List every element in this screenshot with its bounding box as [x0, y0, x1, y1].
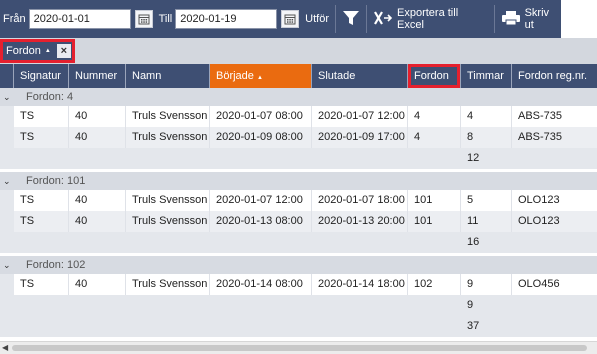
filter-button[interactable]: [342, 9, 360, 30]
excel-export-icon: [373, 9, 393, 30]
toolbar-separator: [335, 5, 336, 33]
column-header-borjade[interactable]: Började ▲: [210, 64, 312, 88]
group-row-fordon-102[interactable]: ⌄ Fordon: 102: [0, 256, 597, 274]
run-button[interactable]: Utför: [305, 13, 329, 25]
column-header-fordon[interactable]: Fordon: [408, 64, 461, 88]
column-header-timmar[interactable]: Timmar: [461, 64, 512, 88]
export-excel-label: Exportera till Excel: [397, 7, 459, 31]
group-sum-timmar: 9: [467, 299, 474, 311]
to-label: Till: [158, 13, 173, 25]
group-sum-timmar: 12: [467, 152, 480, 164]
group-row-fordon-4[interactable]: ⌄ Fordon: 4: [0, 88, 597, 106]
to-date-input[interactable]: [175, 9, 278, 29]
print-button[interactable]: Skriv ut: [501, 7, 561, 31]
group-row-fordon-101[interactable]: ⌄ Fordon: 101: [0, 172, 597, 190]
table-row[interactable]: TS 40 Truls Svensson 2020-01-14 08:00 20…: [0, 274, 597, 295]
chevron-down-icon[interactable]: ⌄: [3, 256, 13, 274]
chevron-down-icon[interactable]: ⌄: [3, 88, 13, 106]
grand-total-timmar: 37: [467, 320, 480, 332]
header-indent: [0, 64, 14, 88]
table-row[interactable]: TS 40 Truls Svensson 2020-01-07 08:00 20…: [0, 106, 597, 127]
grid-header: Signatur Nummer Namn Började ▲ Slutade F…: [0, 64, 597, 88]
toolbar-separator-3: [493, 5, 495, 33]
horizontal-scrollbar[interactable]: ◀: [0, 341, 597, 354]
grid-body: ⌄ Fordon: 4 TS 40 Truls Svensson 2020-01…: [0, 88, 597, 341]
column-header-nummer[interactable]: Nummer: [69, 64, 126, 88]
group-summary-row: 9: [0, 295, 597, 316]
from-date-input[interactable]: [28, 9, 131, 29]
printer-icon: [501, 10, 521, 29]
toolbar: Från Till Utför Exportera till Excel Skr…: [0, 0, 561, 38]
group-sum-timmar: 16: [467, 236, 480, 248]
from-label: Från: [3, 13, 26, 25]
group-chip-highlight: [0, 39, 75, 63]
from-calendar-icon[interactable]: [134, 10, 153, 28]
table-row[interactable]: TS 40 Truls Svensson 2020-01-09 08:00 20…: [0, 127, 597, 148]
scrollbar-thumb[interactable]: [12, 345, 587, 351]
group-summary-row: 16: [0, 232, 597, 253]
toolbar-separator-2: [366, 5, 367, 33]
column-header-signatur[interactable]: Signatur: [14, 64, 69, 88]
grand-total-row: 37: [0, 316, 597, 337]
table-row[interactable]: TS 40 Truls Svensson 2020-01-13 08:00 20…: [0, 211, 597, 232]
print-label: Skriv ut: [524, 7, 550, 31]
column-header-regnr[interactable]: Fordon reg.nr.: [512, 64, 597, 88]
chevron-down-icon[interactable]: ⌄: [3, 172, 13, 190]
group-by-panel: Fordon ▲ ×: [0, 38, 597, 64]
filter-icon: [342, 9, 360, 30]
column-header-namn[interactable]: Namn: [126, 64, 210, 88]
scroll-left-icon[interactable]: ◀: [2, 344, 10, 352]
column-header-slutade[interactable]: Slutade: [312, 64, 408, 88]
table-row[interactable]: TS 40 Truls Svensson 2020-01-07 12:00 20…: [0, 190, 597, 211]
group-summary-row: 12: [0, 148, 597, 169]
sort-asc-icon: ▲: [256, 75, 263, 81]
scrollbar-end: [587, 342, 597, 354]
to-calendar-icon[interactable]: [281, 10, 300, 28]
export-excel-button[interactable]: Exportera till Excel: [373, 7, 488, 31]
